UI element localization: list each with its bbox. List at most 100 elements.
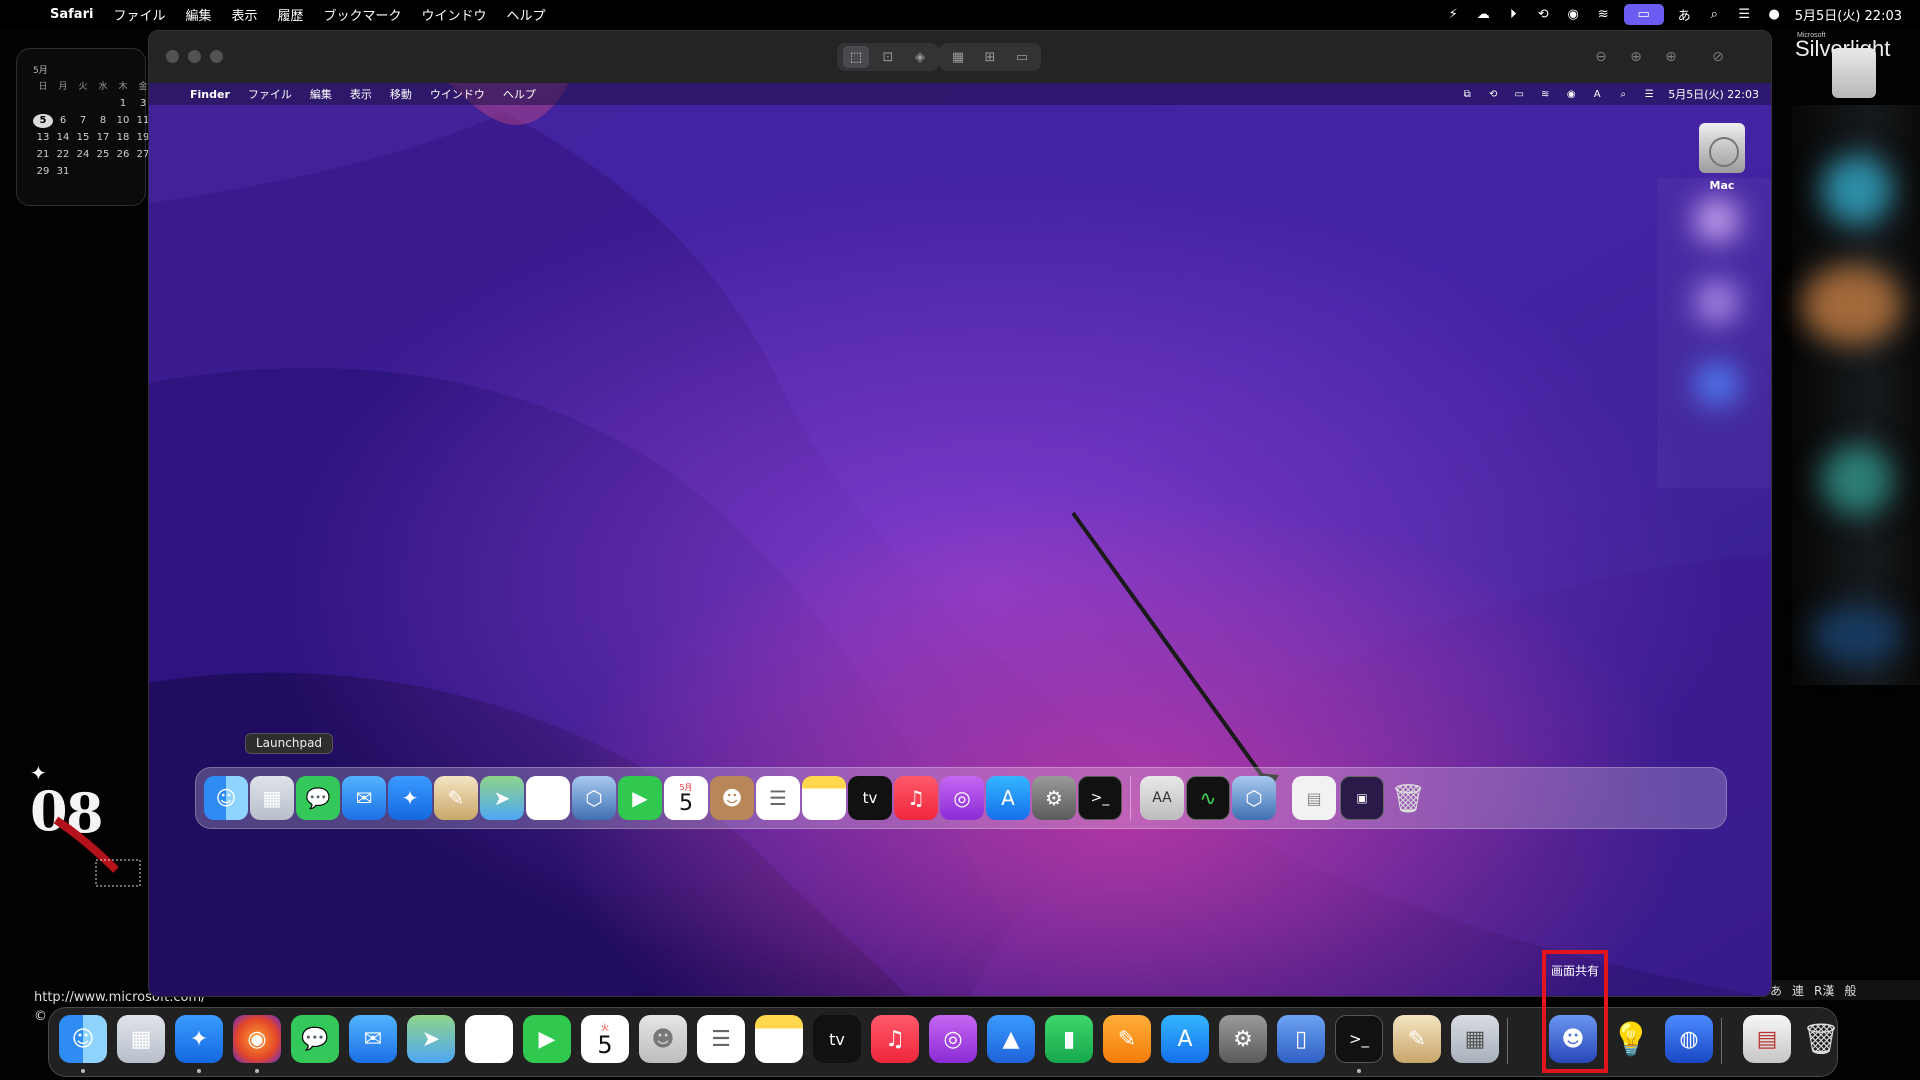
wifi-icon[interactable]: ≋ [1594, 5, 1613, 24]
pointer-tool-icon[interactable]: ⬚ [843, 46, 869, 68]
mac-drive-icon[interactable]: Mac [1689, 123, 1755, 192]
app-menu-safari[interactable]: Safari [40, 7, 103, 22]
terminal-icon[interactable]: >_ [1078, 776, 1122, 820]
ime-general[interactable]: 般 [1844, 982, 1856, 999]
system-settings-icon[interactable]: ⚙ [1219, 1015, 1267, 1063]
menu-window[interactable]: ウインドウ [412, 5, 497, 24]
calendar-icon[interactable]: 5月 5 [664, 776, 708, 820]
finder-icon[interactable]: ☺ [59, 1015, 107, 1063]
calendar-day[interactable]: 17 [93, 131, 113, 145]
script-editor-icon[interactable]: ✎ [1393, 1015, 1441, 1063]
screenshot-tool-icon[interactable]: ⊡ [875, 46, 901, 68]
calendar-day[interactable]: 8 [93, 114, 113, 128]
zoom-reset-icon[interactable]: ⊘ [1706, 45, 1730, 69]
menu-bookmarks[interactable]: ブックマーク [314, 5, 412, 24]
tv-icon[interactable]: tv [813, 1015, 861, 1063]
guest-menu-window[interactable]: ウインドウ [421, 86, 494, 102]
menu-help[interactable]: ヘルプ [497, 5, 556, 24]
maps-icon[interactable]: ➤ [407, 1015, 455, 1063]
grid-view-icon[interactable]: ▦ [945, 46, 971, 68]
guest-clock[interactable]: 5月5日(火) 22:03 [1668, 86, 1759, 102]
zoom-in-icon[interactable]: ⊕ [1624, 45, 1648, 69]
podcasts-icon[interactable]: ◎ [929, 1015, 977, 1063]
facetime-icon[interactable]: ▶ [523, 1015, 571, 1063]
guest-menu-help[interactable]: ヘルプ [494, 86, 545, 102]
preview-icon[interactable]: ▤ [1743, 1015, 1791, 1063]
numbers-icon[interactable]: ▮ [1045, 1015, 1093, 1063]
document-icon[interactable]: ▤ [1292, 776, 1336, 820]
ime-rkan[interactable]: R漢 [1814, 982, 1834, 999]
script-editor-icon[interactable]: ✎ [434, 776, 478, 820]
cloud-sync-icon[interactable]: ☁ [1474, 5, 1493, 24]
layers-tool-icon[interactable]: ◈ [907, 46, 933, 68]
launchpad-icon[interactable]: ▦ [250, 776, 294, 820]
calendar-day[interactable]: 26 [113, 148, 133, 162]
mirror-icon[interactable]: ⧉ [1460, 87, 1474, 101]
activity-monitor-icon[interactable]: ∿ [1186, 776, 1230, 820]
calendar-day[interactable]: 13 [33, 131, 53, 145]
calendar-day[interactable]: 5 [33, 114, 53, 128]
calendar-day[interactable]: 14 [53, 131, 73, 145]
siri-icon[interactable]: ● [1765, 5, 1784, 24]
guest-menu-edit[interactable]: 編集 [301, 86, 341, 102]
calendar-day[interactable]: 22 [53, 148, 73, 162]
calendar-day[interactable]: 18 [113, 131, 133, 145]
screen-mirror-icon[interactable]: ▭ [1623, 4, 1664, 25]
screen-share-icon[interactable]: ▭ [1512, 87, 1526, 101]
tips-icon[interactable]: 💡 [1607, 1015, 1655, 1063]
music-icon[interactable]: ♫ [894, 776, 938, 820]
bolt-icon[interactable]: ⚡ [1444, 5, 1463, 24]
calendar-icon[interactable]: 火 5 [581, 1015, 629, 1063]
calendar-day[interactable]: 31 [53, 165, 73, 179]
user-icon[interactable]: ◉ [1564, 87, 1578, 101]
menu-view[interactable]: 表示 [221, 5, 267, 24]
menu-history[interactable]: 履歴 [267, 5, 313, 24]
terminal-icon[interactable]: >_ [1335, 1015, 1383, 1063]
finder-icon[interactable]: ☺ [204, 776, 248, 820]
input-method-icon[interactable]: あ [1675, 5, 1694, 24]
firefox-icon[interactable]: ◉ [233, 1015, 281, 1063]
bottom-bar-icon[interactable]: ▭ [1009, 46, 1035, 68]
vm-window[interactable]: ⬚ ⊡ ◈ ▦ ⊞ ▭ ⊖ ⊕ ⊕ ⊘ Finder ファイル 編集 表示 移動… [148, 30, 1772, 997]
app-store-icon[interactable]: A [986, 776, 1030, 820]
calendar-day[interactable]: 24 [73, 148, 93, 162]
user-icon[interactable]: ◉ [1564, 5, 1583, 24]
ime-ren[interactable]: 連 [1792, 982, 1804, 999]
menu-file[interactable]: ファイル [103, 5, 175, 24]
messages-icon[interactable]: 💬 [296, 776, 340, 820]
font-book-icon[interactable]: AA [1140, 776, 1184, 820]
control-center-icon[interactable]: ☰ [1735, 5, 1754, 24]
calendar-day[interactable]: 7 [73, 114, 93, 128]
wifi-icon[interactable]: ≋ [1538, 87, 1552, 101]
mail-icon[interactable]: ✉ [342, 776, 386, 820]
search-icon[interactable]: ⌕ [1616, 87, 1630, 101]
host-drive-icon[interactable] [1832, 48, 1876, 98]
screen-thumbnail-icon[interactable]: ▣ [1340, 776, 1384, 820]
guest-app-menu-finder[interactable]: Finder [181, 88, 239, 101]
calendar-day[interactable]: 25 [93, 148, 113, 162]
search-icon[interactable]: ⌕ [1705, 5, 1724, 24]
notes-icon[interactable] [755, 1015, 803, 1063]
virtualbox-2-icon[interactable]: ⬡ [1232, 776, 1276, 820]
time-machine-icon[interactable]: ⟲ [1534, 5, 1553, 24]
maps-icon[interactable]: ➤ [480, 776, 524, 820]
system-settings-icon[interactable]: ⚙ [1032, 776, 1076, 820]
reminders-icon[interactable]: ☰ [697, 1015, 745, 1063]
notes-icon[interactable] [802, 776, 846, 820]
calendar-day[interactable]: 10 [113, 114, 133, 128]
utm-icon[interactable]: ▦ [1451, 1015, 1499, 1063]
messages-icon[interactable]: 💬 [291, 1015, 339, 1063]
zoom-out-icon[interactable]: ⊖ [1589, 45, 1613, 69]
podcasts-icon[interactable]: ◎ [940, 776, 984, 820]
calendar-day[interactable]: 6 [53, 114, 73, 128]
trash-icon[interactable]: 🗑 [1386, 776, 1430, 820]
safari-icon[interactable]: ✦ [388, 776, 432, 820]
calendar-day[interactable]: 15 [73, 131, 93, 145]
menu-edit[interactable]: 編集 [175, 5, 221, 24]
calendar-day[interactable]: 21 [33, 148, 53, 162]
cylinder-app-icon[interactable]: ◍ [1665, 1015, 1713, 1063]
close-button[interactable] [166, 50, 179, 63]
reminders-icon[interactable]: ☰ [756, 776, 800, 820]
time-machine-icon[interactable]: ⟲ [1486, 87, 1500, 101]
pages-icon[interactable]: ✎ [1103, 1015, 1151, 1063]
